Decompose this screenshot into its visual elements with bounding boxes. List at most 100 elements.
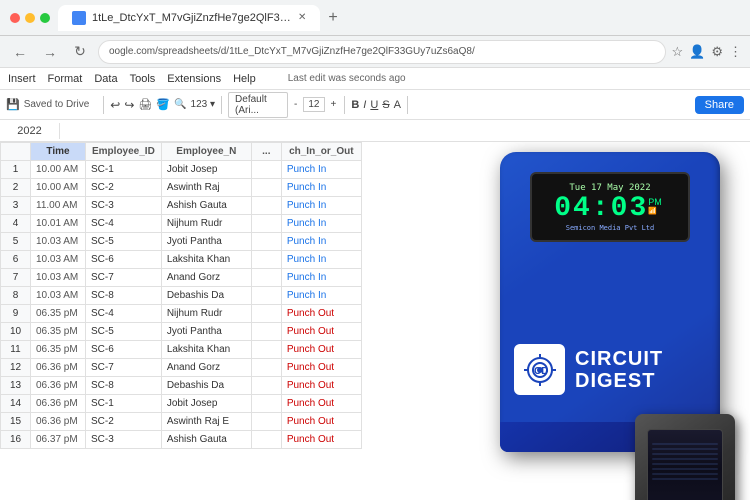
cell-d-6[interactable]: Lakshita Khan	[161, 251, 251, 269]
cell-d-12[interactable]: Anand Gorz	[161, 359, 251, 377]
bold-button[interactable]: B	[351, 99, 359, 111]
strikethrough-button[interactable]: S	[382, 99, 389, 111]
share-button[interactable]: Share	[695, 96, 744, 114]
font-color-icon[interactable]: A	[394, 99, 401, 111]
cell-c-14[interactable]: SC-1	[86, 395, 162, 413]
cell-b-15[interactable]: 06.36 pM	[31, 413, 86, 431]
cell-punch-13[interactable]: Punch Out	[281, 377, 361, 395]
table-row[interactable]: 810.03 AMSC-8Debashis DaPunch In	[1, 287, 362, 305]
menu-tools[interactable]: Tools	[130, 73, 156, 85]
table-row[interactable]: 510.03 AMSC-5Jyoti PanthaPunch In	[1, 233, 362, 251]
cell-d-16[interactable]: Ashish Gauta	[161, 431, 251, 449]
cell-d-1[interactable]: Jobit Josep	[161, 161, 251, 179]
cell-d-13[interactable]: Debashis Da	[161, 377, 251, 395]
cell-b-9[interactable]: 06.35 pM	[31, 305, 86, 323]
table-row[interactable]: 311.00 AMSC-3Ashish GautaPunch In	[1, 197, 362, 215]
extensions-icon[interactable]: ⚙	[711, 44, 723, 60]
maximize-dot[interactable]	[40, 13, 50, 23]
cell-c-7[interactable]: SC-7	[86, 269, 162, 287]
cell-ref-box[interactable]: 2022	[0, 123, 60, 139]
cell-punch-3[interactable]: Punch In	[281, 197, 361, 215]
tab-close-icon[interactable]: ✕	[298, 12, 306, 23]
close-dot[interactable]	[10, 13, 20, 23]
cell-d-11[interactable]: Lakshita Khan	[161, 341, 251, 359]
table-row[interactable]: 710.03 AMSC-7Anand GorzPunch In	[1, 269, 362, 287]
browser-tab[interactable]: 1tLe_DtcYxT_M7vGjiZnzfHe7ge2QlF33GUy7uZs…	[58, 5, 320, 31]
back-button[interactable]: ←	[8, 44, 32, 60]
profile-icon[interactable]: 👤	[689, 44, 705, 60]
cell-punch-12[interactable]: Punch Out	[281, 359, 361, 377]
table-row[interactable]: 1206.36 pMSC-7Anand GorzPunch Out	[1, 359, 362, 377]
cell-d-10[interactable]: Jyoti Pantha	[161, 323, 251, 341]
col-header-c[interactable]: Employee_ID	[86, 143, 162, 161]
refresh-button[interactable]: ↻	[68, 43, 92, 60]
col-header-d[interactable]: Employee_N	[161, 143, 251, 161]
cell-punch-5[interactable]: Punch In	[281, 233, 361, 251]
formula-bar[interactable]	[60, 129, 750, 133]
cell-c-9[interactable]: SC-4	[86, 305, 162, 323]
menu-help[interactable]: Help	[233, 73, 256, 85]
cell-d-7[interactable]: Anand Gorz	[161, 269, 251, 287]
table-row[interactable]: 410.01 AMSC-4Nijhum RudrPunch In	[1, 215, 362, 233]
cell-punch-14[interactable]: Punch Out	[281, 395, 361, 413]
print-icon[interactable]: 🖨	[138, 98, 152, 111]
cell-d-9[interactable]: Nijhum Rudr	[161, 305, 251, 323]
cell-c-5[interactable]: SC-5	[86, 233, 162, 251]
cell-b-6[interactable]: 10.03 AM	[31, 251, 86, 269]
table-row[interactable]: 1506.36 pMSC-2Aswinth Raj EPunch Out	[1, 413, 362, 431]
font-size-down[interactable]: -	[292, 99, 299, 110]
cell-c-15[interactable]: SC-2	[86, 413, 162, 431]
cell-d-15[interactable]: Aswinth Raj E	[161, 413, 251, 431]
italic-button[interactable]: I	[363, 99, 366, 111]
cell-b-7[interactable]: 10.03 AM	[31, 269, 86, 287]
menu-extensions[interactable]: Extensions	[167, 73, 221, 85]
cell-b-16[interactable]: 06.37 pM	[31, 431, 86, 449]
cell-d-8[interactable]: Debashis Da	[161, 287, 251, 305]
menu-format[interactable]: Format	[48, 73, 83, 85]
font-size-up[interactable]: +	[329, 99, 339, 110]
table-row[interactable]: 1006.35 pMSC-5Jyoti PanthaPunch Out	[1, 323, 362, 341]
table-row[interactable]: 1606.37 pMSC-3Ashish GautaPunch Out	[1, 431, 362, 449]
cell-d-3[interactable]: Ashish Gauta	[161, 197, 251, 215]
col-header-e[interactable]: ...	[251, 143, 281, 161]
redo-icon[interactable]: ↪	[124, 98, 134, 112]
cell-c-13[interactable]: SC-8	[86, 377, 162, 395]
cell-b-5[interactable]: 10.03 AM	[31, 233, 86, 251]
cell-c-2[interactable]: SC-2	[86, 179, 162, 197]
col-header-b[interactable]: Time	[31, 143, 86, 161]
cell-b-1[interactable]: 10.00 AM	[31, 161, 86, 179]
cell-b-14[interactable]: 06.36 pM	[31, 395, 86, 413]
table-row[interactable]: 210.00 AMSC-2Aswinth RajPunch In	[1, 179, 362, 197]
cell-punch-10[interactable]: Punch Out	[281, 323, 361, 341]
cell-punch-15[interactable]: Punch Out	[281, 413, 361, 431]
cell-c-12[interactable]: SC-7	[86, 359, 162, 377]
menu-data[interactable]: Data	[94, 73, 117, 85]
table-row[interactable]: 1306.36 pMSC-8Debashis DaPunch Out	[1, 377, 362, 395]
new-tab-button[interactable]: +	[328, 9, 337, 27]
cell-b-4[interactable]: 10.01 AM	[31, 215, 86, 233]
cell-b-3[interactable]: 11.00 AM	[31, 197, 86, 215]
cell-c-3[interactable]: SC-3	[86, 197, 162, 215]
cell-c-11[interactable]: SC-6	[86, 341, 162, 359]
cell-b-10[interactable]: 06.35 pM	[31, 323, 86, 341]
cell-c-4[interactable]: SC-4	[86, 215, 162, 233]
bookmark-icon[interactable]: ☆	[672, 44, 684, 60]
cell-c-10[interactable]: SC-5	[86, 323, 162, 341]
cell-punch-4[interactable]: Punch In	[281, 215, 361, 233]
cell-punch-11[interactable]: Punch Out	[281, 341, 361, 359]
cell-punch-1[interactable]: Punch In	[281, 161, 361, 179]
cell-punch-8[interactable]: Punch In	[281, 287, 361, 305]
cell-c-8[interactable]: SC-8	[86, 287, 162, 305]
cell-d-2[interactable]: Aswinth Raj	[161, 179, 251, 197]
table-row[interactable]: 110.00 AMSC-1Jobit JosepPunch In	[1, 161, 362, 179]
cell-punch-16[interactable]: Punch Out	[281, 431, 361, 449]
forward-button[interactable]: →	[38, 44, 62, 60]
cell-c-16[interactable]: SC-3	[86, 431, 162, 449]
cell-punch-7[interactable]: Punch In	[281, 269, 361, 287]
cell-d-14[interactable]: Jobit Josep	[161, 395, 251, 413]
cell-d-4[interactable]: Nijhum Rudr	[161, 215, 251, 233]
cell-punch-2[interactable]: Punch In	[281, 179, 361, 197]
cell-punch-9[interactable]: Punch Out	[281, 305, 361, 323]
undo-icon[interactable]: ↩	[110, 98, 120, 112]
cell-d-5[interactable]: Jyoti Pantha	[161, 233, 251, 251]
